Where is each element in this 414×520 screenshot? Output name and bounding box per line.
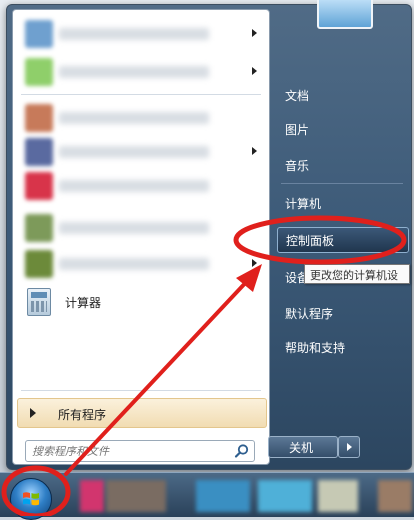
- start-menu: 计算器 所有程序 文档 图片 音乐 计算机 控制面板 设备和 默认程序 帮助和支…: [6, 0, 412, 470]
- shutdown-label: 关机: [289, 441, 314, 455]
- program-label-blurred: [59, 66, 209, 78]
- recent-program-item[interactable]: [17, 168, 265, 204]
- programs-pane: 计算器 所有程序: [12, 9, 270, 465]
- program-label-blurred: [59, 180, 209, 192]
- menu-separator: [21, 390, 261, 391]
- menu-separator: [21, 94, 261, 95]
- taskbar-app-button[interactable]: [106, 480, 166, 512]
- shutdown-button[interactable]: 关机: [268, 436, 338, 458]
- user-picture[interactable]: [317, 0, 373, 29]
- taskbar-app-button[interactable]: [196, 480, 250, 512]
- search-box[interactable]: [25, 440, 255, 462]
- program-icon: [25, 58, 53, 86]
- pinned-program-item[interactable]: [17, 54, 265, 90]
- music-link[interactable]: 音乐: [277, 153, 407, 177]
- program-icon: [25, 138, 53, 166]
- magnifier-icon[interactable]: [234, 443, 250, 459]
- recent-program-item[interactable]: [17, 134, 265, 170]
- program-icon: [25, 250, 53, 278]
- taskbar-app-button[interactable]: [258, 480, 312, 512]
- submenu-arrow-icon[interactable]: [252, 147, 257, 155]
- submenu-arrow-icon[interactable]: [252, 29, 257, 37]
- shutdown-arrow-icon: [347, 443, 352, 451]
- default-programs-link[interactable]: 默认程序: [277, 301, 407, 325]
- search-input[interactable]: [30, 442, 224, 460]
- taskbar-app-button[interactable]: [318, 480, 358, 512]
- calculator-label: 计算器: [65, 296, 102, 310]
- program-icon: [25, 172, 53, 200]
- taskbar-app-button[interactable]: [80, 480, 104, 512]
- shutdown-options-button[interactable]: [338, 436, 360, 458]
- tooltip-text: 更改您的计算机设: [310, 269, 398, 282]
- control-panel-tooltip: 更改您的计算机设: [304, 264, 410, 284]
- pinned-program-item[interactable]: [17, 16, 265, 52]
- program-label-blurred: [59, 222, 209, 234]
- windows-logo-icon: [23, 492, 39, 506]
- help-support-label: 帮助和支持: [285, 341, 346, 355]
- places-pane: 文档 图片 音乐 计算机 控制面板 设备和 默认程序 帮助和支持: [269, 0, 411, 469]
- program-icon: [25, 214, 53, 242]
- program-label-blurred: [59, 146, 209, 158]
- program-label-blurred: [59, 112, 209, 124]
- computer-link[interactable]: 计算机: [277, 191, 407, 215]
- pictures-link[interactable]: 图片: [277, 117, 407, 141]
- submenu-arrow-icon[interactable]: [252, 67, 257, 75]
- start-button[interactable]: [10, 478, 52, 520]
- recent-program-item[interactable]: [17, 246, 265, 282]
- default-programs-label: 默认程序: [285, 307, 334, 321]
- program-label-blurred: [59, 258, 209, 270]
- program-label-blurred: [59, 28, 209, 40]
- all-programs-label: 所有程序: [58, 408, 107, 422]
- taskbar-app-button[interactable]: [378, 480, 412, 512]
- documents-label: 文档: [285, 89, 310, 103]
- program-icon: [25, 20, 53, 48]
- menu-separator: [281, 183, 403, 184]
- calculator-icon: [27, 288, 51, 316]
- all-programs-button[interactable]: 所有程序: [17, 398, 267, 428]
- submenu-arrow-icon[interactable]: [252, 259, 257, 267]
- computer-label: 计算机: [285, 197, 322, 211]
- expand-arrow-icon: [30, 408, 36, 418]
- calculator-item[interactable]: 计算器: [25, 288, 255, 318]
- recent-program-item[interactable]: [17, 100, 265, 136]
- control-panel-label: 控制面板: [286, 234, 335, 248]
- help-support-link[interactable]: 帮助和支持: [277, 335, 407, 359]
- pictures-label: 图片: [285, 123, 310, 137]
- program-icon: [25, 104, 53, 132]
- control-panel-link[interactable]: 控制面板: [277, 227, 409, 253]
- music-label: 音乐: [285, 159, 310, 173]
- documents-link[interactable]: 文档: [277, 83, 407, 107]
- recent-program-item[interactable]: [17, 210, 265, 246]
